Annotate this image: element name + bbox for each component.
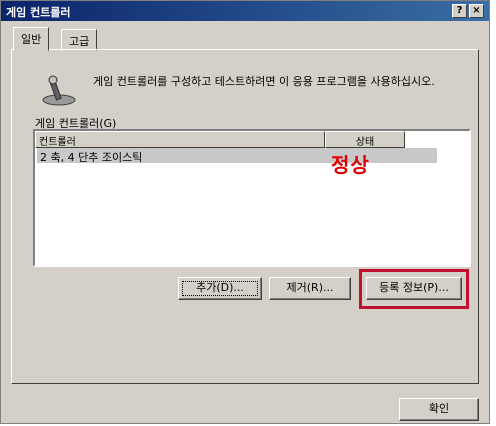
remove-button[interactable]: 제거(R)... (269, 277, 351, 300)
controllers-list[interactable]: 컨트롤러 상태 2 축, 4 단추 조이스틱 (33, 129, 471, 267)
ok-button[interactable]: 확인 (399, 398, 479, 421)
game-controllers-dialog: 게임 컨트롤러 ? × 일반 고급 게임 컨트롤러를 구성하고 테스트하려면 이… (0, 0, 490, 424)
status-cell: 정상 (331, 153, 370, 177)
annotation-highlight-box (359, 269, 469, 309)
description-text: 게임 컨트롤러를 구성하고 테스트하려면 이 응용 프로그램을 사용하십시오. (93, 75, 435, 88)
controller-name-cell: 2 축, 4 단추 조이스틱 (40, 151, 143, 164)
tab-advanced[interactable]: 고급 (61, 29, 98, 51)
tab-general[interactable]: 일반 (13, 27, 50, 51)
window-title: 게임 컨트롤러 (6, 6, 71, 19)
table-row[interactable]: 2 축, 4 단추 조이스틱 (37, 148, 437, 164)
add-button[interactable]: 추가(D)... (178, 277, 262, 300)
title-bar[interactable]: 게임 컨트롤러 ? × (1, 1, 489, 21)
close-button[interactable]: × (469, 4, 484, 18)
help-button[interactable]: ? (452, 4, 467, 18)
column-header-controller[interactable]: 컨트롤러 (35, 131, 325, 148)
joystick-icon (42, 75, 76, 106)
focus-ring (182, 281, 258, 296)
column-header-status[interactable]: 상태 (325, 131, 405, 148)
